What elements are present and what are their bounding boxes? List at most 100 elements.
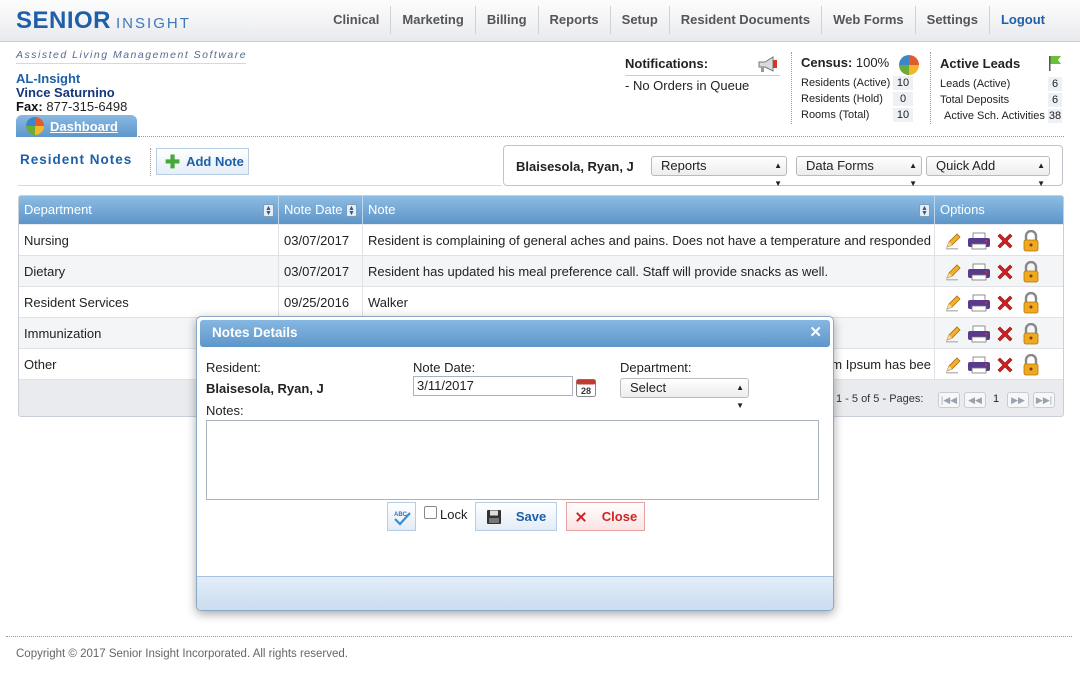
notes-label: Notes:: [206, 403, 244, 418]
print-icon[interactable]: [967, 229, 991, 253]
column-header-options: Options: [940, 202, 985, 217]
footer-divider: [6, 636, 1072, 637]
delete-x-icon[interactable]: [993, 322, 1017, 346]
cell-department: Resident Services: [19, 287, 279, 318]
cell-note-date: 03/07/2017: [279, 256, 363, 287]
edit-pencil-icon[interactable]: [941, 229, 965, 253]
dashboard-tab[interactable]: Dashboard: [16, 115, 137, 137]
nav-setup[interactable]: Setup: [611, 6, 670, 34]
leads-row-label: Active Sch. Activities: [944, 110, 1045, 122]
data-forms-dropdown-value: Data Forms: [806, 158, 874, 173]
logo-insight-text: INSIGHT: [116, 15, 191, 32]
add-note-button[interactable]: ✚ Add Note: [156, 148, 249, 175]
next-page-button[interactable]: ▶▶: [1007, 392, 1029, 408]
table-row[interactable]: Dietary 03/07/2017 Resident has updated …: [19, 256, 1063, 287]
row-options: [936, 287, 1043, 318]
save-button[interactable]: Save: [475, 502, 557, 531]
megaphone-icon[interactable]: [757, 56, 779, 74]
census-row: Residents (Active) 10: [801, 75, 921, 91]
nav-resident-documents[interactable]: Resident Documents: [670, 6, 823, 34]
dashboard-pie-icon: [26, 117, 44, 135]
nav-clinical[interactable]: Clinical: [322, 6, 392, 34]
sort-icon[interactable]: ▲ ▼: [919, 204, 930, 217]
facility-name: AL-Insight: [16, 71, 81, 86]
lock-icon[interactable]: [1019, 353, 1043, 377]
nav-logout[interactable]: Logout: [990, 6, 1056, 34]
senior-insight-logo[interactable]: SENIOR INSIGHT: [16, 7, 191, 35]
reports-dropdown[interactable]: Reports ▲ ▼: [651, 156, 787, 188]
save-label: Save: [515, 509, 547, 524]
delete-x-icon[interactable]: [993, 229, 1017, 253]
cell-note: Resident has updated his meal preference…: [363, 256, 935, 287]
notes-textarea[interactable]: [206, 420, 819, 500]
dialog-titlebar[interactable]: Notes Details ✕: [200, 320, 830, 347]
census-row-label: Residents (Active): [801, 77, 891, 89]
note-date-input[interactable]: 3/11/2017: [413, 376, 573, 396]
lock-icon[interactable]: [1019, 291, 1043, 315]
close-label: Close: [601, 509, 638, 524]
print-icon[interactable]: [967, 291, 991, 315]
delete-x-icon[interactable]: [993, 260, 1017, 284]
close-x-icon: [575, 511, 586, 522]
nav-reports[interactable]: Reports: [539, 6, 611, 34]
page-title: Resident Notes: [20, 152, 133, 167]
print-icon[interactable]: [967, 353, 991, 377]
leads-row: Active Sch. Activities 38: [940, 108, 1066, 124]
edit-pencil-icon[interactable]: [941, 260, 965, 284]
nav-billing[interactable]: Billing: [476, 6, 539, 34]
first-page-button[interactable]: |◀◀: [938, 392, 960, 408]
lock-icon[interactable]: [1019, 322, 1043, 346]
quick-add-dropdown[interactable]: Quick Add ▲ ▼: [926, 156, 1050, 188]
lock-checkbox[interactable]: [424, 506, 437, 519]
main-nav: Clinical Marketing Billing Reports Setup…: [322, 6, 1056, 34]
column-header-label: Department: [24, 202, 92, 217]
last-page-button[interactable]: ▶▶|: [1033, 392, 1055, 408]
edit-pencil-icon[interactable]: [941, 291, 965, 315]
data-forms-dropdown[interactable]: Data Forms ▲ ▼: [796, 156, 922, 188]
current-page: 1: [993, 393, 1000, 405]
facility-info: AL-Insight Vince Saturnino Fax: 877-315-…: [16, 72, 127, 114]
save-disk-icon: [486, 509, 501, 524]
census-row: Rooms (Total) 10: [801, 107, 921, 123]
lock-icon[interactable]: [1019, 229, 1043, 253]
column-header-note[interactable]: Note ▲ ▼: [363, 196, 935, 224]
table-header: Department ▲ ▼ Note Date ▲ ▼ Note ▲ ▼ Options: [19, 196, 1063, 224]
spellcheck-button[interactable]: ABC: [387, 502, 416, 531]
top-nav-bar: SENIOR INSIGHT Clinical Marketing Billin…: [0, 0, 1080, 42]
sort-icon[interactable]: ▲ ▼: [263, 204, 274, 217]
leads-row-value: 6: [1048, 93, 1062, 107]
delete-x-icon[interactable]: [993, 291, 1017, 315]
header-divider: [138, 136, 1064, 137]
dialog-close-icon[interactable]: ✕: [809, 323, 822, 341]
nav-web-forms[interactable]: Web Forms: [822, 6, 916, 34]
lock-icon[interactable]: [1019, 260, 1043, 284]
dropdown-arrows-icon: ▲ ▼: [909, 161, 917, 188]
cell-department: Dietary: [19, 256, 279, 287]
leads-row: Leads (Active) 6: [940, 76, 1066, 92]
nav-settings[interactable]: Settings: [916, 6, 990, 34]
column-header-note-date[interactable]: Note Date ▲ ▼: [279, 196, 363, 224]
delete-x-icon[interactable]: [993, 353, 1017, 377]
print-icon[interactable]: [967, 322, 991, 346]
dropdown-arrows-icon: ▲ ▼: [774, 161, 782, 188]
cell-note-date: 03/07/2017: [279, 225, 363, 256]
census-row-label: Residents (Hold): [801, 93, 883, 105]
prev-page-button[interactable]: ◀◀: [964, 392, 986, 408]
edit-pencil-icon[interactable]: [941, 322, 965, 346]
sort-icon[interactable]: ▲ ▼: [346, 204, 357, 217]
table-row[interactable]: Nursing 03/07/2017 Resident is complaini…: [19, 225, 1063, 256]
department-select[interactable]: Select ▲ ▼: [620, 378, 749, 410]
notes-details-dialog: Notes Details ✕ Resident: Blaisesola, Ry…: [196, 316, 834, 611]
dashboard-link[interactable]: Dashboard: [50, 119, 118, 134]
census-row-label: Rooms (Total): [801, 109, 870, 121]
nav-marketing[interactable]: Marketing: [391, 6, 476, 34]
lock-label: Lock: [440, 507, 468, 522]
census-percent: 100%: [855, 55, 890, 70]
table-row[interactable]: Resident Services 09/25/2016 Walker: [19, 287, 1063, 318]
print-icon[interactable]: [967, 260, 991, 284]
column-header-department[interactable]: Department ▲ ▼: [19, 196, 279, 224]
fax-number: 877-315-6498: [46, 99, 128, 114]
close-button[interactable]: Close: [566, 502, 645, 531]
edit-pencil-icon[interactable]: [941, 353, 965, 377]
calendar-icon[interactable]: 28: [576, 378, 596, 397]
